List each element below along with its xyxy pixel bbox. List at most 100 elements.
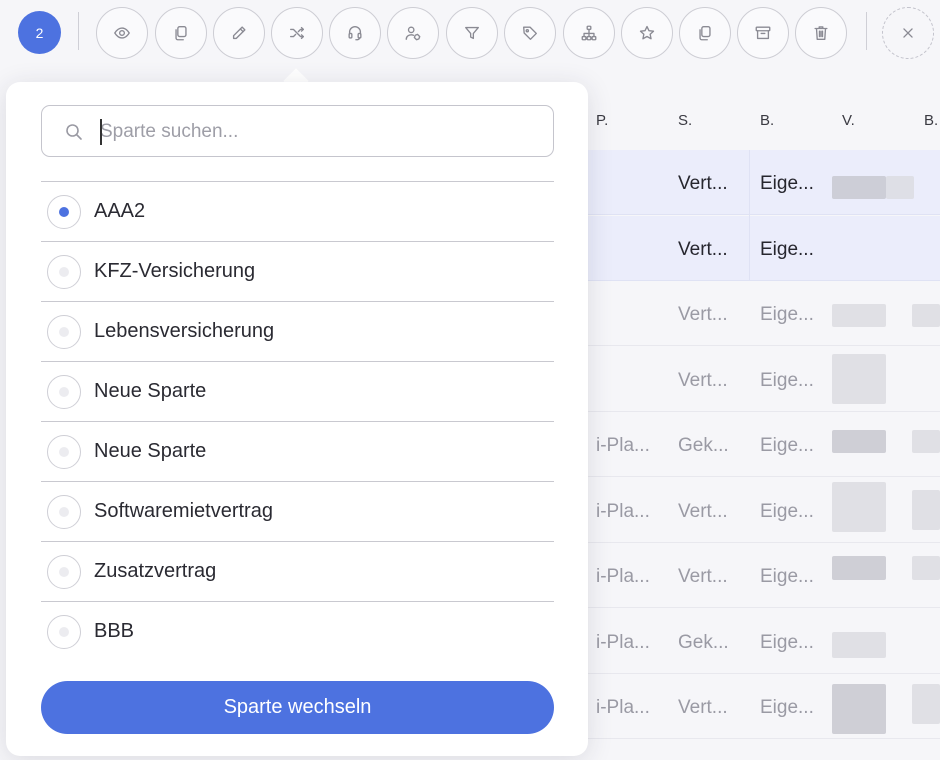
table-cell: Gek... (678, 631, 729, 653)
filter-icon (465, 26, 479, 40)
sparte-option-list: AAA2 KFZ-Versicherung Lebensversicherung Ne… (41, 181, 554, 661)
favorite-button[interactable] (621, 7, 673, 59)
redacted-cell (912, 430, 940, 453)
radio-dot (59, 387, 69, 397)
sparte-option[interactable]: BBB (41, 601, 554, 661)
sparte-option[interactable]: AAA2 (41, 181, 554, 241)
radio-dot (59, 447, 69, 457)
table-cell: Eige... (760, 631, 814, 653)
sparte-radio[interactable] (47, 315, 81, 349)
change-sparte-button[interactable] (271, 7, 323, 59)
table-cell: Eige... (760, 369, 814, 391)
redacted-cell (912, 684, 940, 724)
table-cell: i-Pla... (596, 500, 650, 522)
hierarchy-icon (581, 25, 597, 41)
column-divider (749, 150, 750, 280)
tag-button[interactable] (504, 7, 556, 59)
column-header-v[interactable]: V. (842, 112, 855, 129)
archive-icon (755, 26, 771, 40)
sparte-option-label: Zusatzvertrag (94, 560, 217, 582)
hierarchy-button[interactable] (563, 7, 615, 59)
radio-dot (59, 507, 69, 517)
selection-count-badge[interactable]: 2 (18, 11, 61, 54)
duplicate-icon (699, 26, 711, 41)
table-cell: Vert... (678, 500, 728, 522)
edit-button[interactable] (213, 7, 265, 59)
search-icon (64, 122, 84, 142)
table-cell: Eige... (760, 173, 814, 194)
table-cell: Eige... (760, 566, 814, 587)
sparte-radio[interactable] (47, 435, 81, 469)
shuffle-icon (290, 26, 304, 40)
redacted-cell (886, 176, 914, 199)
sparte-option[interactable]: KFZ-Versicherung (41, 241, 554, 301)
sparte-option[interactable]: Lebensversicherung (41, 301, 554, 361)
close-icon (903, 28, 913, 38)
radio-dot (59, 327, 69, 337)
table-cell: Eige... (760, 238, 814, 260)
sparte-search-input[interactable] (100, 118, 540, 146)
sparte-search-field[interactable] (41, 105, 554, 157)
sparte-option-label: BBB (94, 620, 135, 642)
sparte-option[interactable]: Neue Sparte (41, 421, 554, 481)
table-cell: Vert... (678, 304, 728, 325)
table-cell: Vert... (678, 173, 728, 194)
filter-button[interactable] (446, 7, 498, 59)
sparte-radio[interactable] (47, 495, 81, 529)
redacted-cell (912, 304, 940, 327)
table-cell: i-Pla... (596, 435, 650, 456)
sparte-radio[interactable] (47, 615, 81, 649)
user-tag-icon (405, 26, 421, 41)
sparte-radio[interactable] (47, 375, 81, 409)
close-button[interactable] (882, 7, 934, 59)
table-cell: i-Pla... (596, 631, 650, 653)
change-sparte-popup: AAA2 KFZ-Versicherung Lebensversicherung Ne… (6, 82, 588, 756)
sparte-option-label: Lebensversicherung (94, 320, 275, 342)
table-cell: Vert... (678, 566, 728, 587)
column-header-p[interactable]: P. (596, 112, 608, 129)
table-cell: Eige... (760, 304, 814, 325)
sparte-radio[interactable] (47, 255, 81, 289)
column-header-b[interactable]: B. (760, 112, 774, 129)
column-header-s[interactable]: S. (678, 112, 692, 129)
view-button[interactable] (96, 7, 148, 59)
table-cell: i-Pla... (596, 566, 650, 587)
sparte-option[interactable]: Zusatzvertrag (41, 541, 554, 601)
archive-button[interactable] (737, 7, 789, 59)
redacted-cell (832, 482, 886, 532)
tag-icon (523, 26, 537, 40)
trash-icon (814, 26, 828, 40)
radio-dot (59, 207, 69, 217)
redacted-cell (912, 490, 940, 530)
radio-dot (59, 627, 69, 637)
table-cell: i-Pla... (596, 697, 650, 718)
support-button[interactable] (329, 7, 381, 59)
duplicate-button[interactable] (679, 7, 731, 59)
sparte-option-label: Neue Sparte (94, 440, 207, 462)
sparte-option-label: AAA2 (94, 200, 146, 222)
copy-button[interactable] (155, 7, 207, 59)
pencil-icon (232, 26, 246, 40)
table-cell: Eige... (760, 500, 814, 522)
change-sparte-submit-button[interactable]: Sparte wechseln (41, 681, 554, 734)
sparte-option[interactable]: Neue Sparte (41, 361, 554, 421)
table-cell: Vert... (678, 238, 728, 260)
redacted-cell (832, 176, 886, 199)
redacted-cell (832, 684, 886, 734)
delete-button[interactable] (795, 7, 847, 59)
toolbar-divider (866, 12, 867, 50)
radio-dot (59, 267, 69, 277)
radio-dot (59, 567, 69, 577)
redacted-cell (912, 556, 940, 580)
table-cell: Vert... (678, 697, 728, 718)
table-cell: Eige... (760, 697, 814, 718)
assign-user-button[interactable] (387, 7, 439, 59)
sparte-radio[interactable] (47, 195, 81, 229)
sparte-option-label: Softwaremietvertrag (94, 500, 273, 522)
table-cell: Vert... (678, 369, 728, 391)
sparte-option[interactable]: Softwaremietvertrag (41, 481, 554, 541)
sparte-radio[interactable] (47, 555, 81, 589)
column-header-b2[interactable]: B. (924, 112, 938, 129)
redacted-cell (832, 354, 886, 404)
star-icon (639, 25, 655, 40)
